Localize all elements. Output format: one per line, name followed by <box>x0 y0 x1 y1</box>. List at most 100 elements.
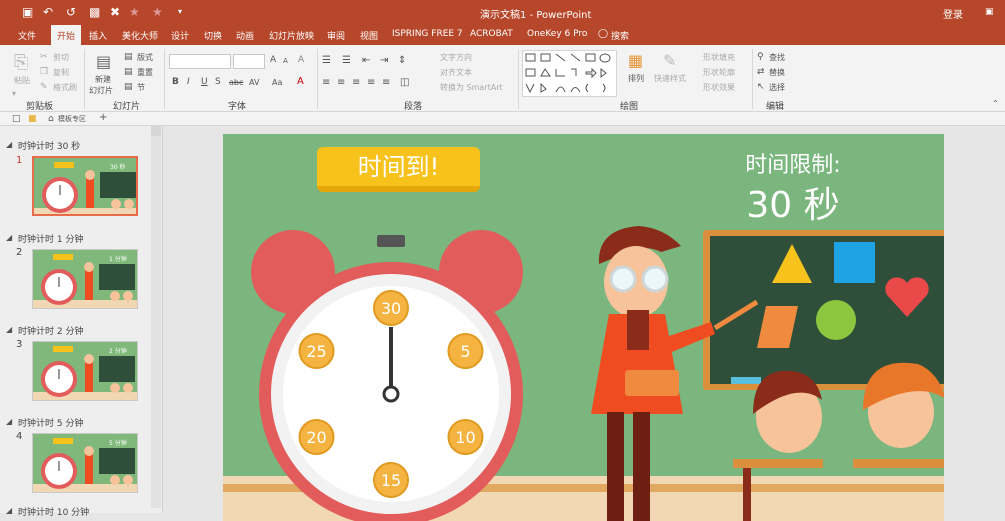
new-slide-icon[interactable]: ▤ <box>96 53 111 71</box>
quick-styles-button[interactable]: 快速样式 <box>654 73 686 84</box>
folder-icon[interactable]: ■ <box>28 113 37 125</box>
section-title[interactable]: 时钟计时 5 分钟 <box>18 416 83 429</box>
login-button[interactable]: 登录 <box>943 6 963 21</box>
distributed-icon[interactable]: ≡ <box>382 77 390 89</box>
tell-me-search[interactable]: 搜索 <box>611 29 629 42</box>
star-icon[interactable]: ★ <box>152 5 163 19</box>
collapse-section-icon[interactable]: ◢ <box>6 325 12 334</box>
ribbon-options-icon[interactable]: ▣ <box>985 5 994 19</box>
tab-transitions[interactable]: 切换 <box>204 29 222 42</box>
arrange-icon[interactable]: ▦ <box>628 52 643 70</box>
tab-design[interactable]: 设计 <box>171 29 189 42</box>
star-icon[interactable]: ★ <box>129 5 140 19</box>
tab-beautify[interactable]: 美化大师 <box>122 29 158 42</box>
align-left-icon[interactable]: ≡ <box>322 77 330 89</box>
replace-button[interactable]: 替换 <box>769 67 785 78</box>
select-button[interactable]: 选择 <box>769 82 785 93</box>
line-spacing-icon[interactable]: ⇕ <box>398 55 406 67</box>
clear-format-icon[interactable]: A <box>298 55 304 65</box>
quick-styles-icon[interactable]: ✎ <box>663 52 676 70</box>
layout-button[interactable]: 版式 <box>137 52 153 63</box>
change-case-button[interactable]: Aa <box>272 78 282 87</box>
columns-icon[interactable]: ◫ <box>400 77 409 89</box>
shapes-gallery[interactable] <box>522 50 617 97</box>
italic-button[interactable]: I <box>187 77 190 87</box>
font-size-select[interactable] <box>233 54 265 69</box>
font-name-select[interactable] <box>169 54 231 69</box>
align-center-icon[interactable]: ≡ <box>337 77 345 89</box>
strikethrough-button[interactable]: abc <box>229 78 243 87</box>
collapse-section-icon[interactable]: ◢ <box>6 417 12 426</box>
scrollbar[interactable] <box>151 128 161 508</box>
tab-animations[interactable]: 动画 <box>236 29 254 42</box>
section-button[interactable]: 节 <box>137 82 145 93</box>
section-title[interactable]: 时钟计时 10 分钟 <box>18 505 89 518</box>
slide-thumbnail[interactable]: 5 分钟 <box>32 433 138 493</box>
save-icon[interactable]: ▣ <box>22 5 33 19</box>
tab-home[interactable]: 开始 <box>51 25 82 45</box>
teacher-leg <box>607 412 624 521</box>
shape-effects-button[interactable]: 形状效果 <box>703 82 735 93</box>
align-text-button[interactable]: 对齐文本 <box>440 67 472 78</box>
desk <box>733 459 823 468</box>
new-slide-button[interactable]: 新建 <box>95 74 111 85</box>
paste-icon[interactable]: ⎘ <box>14 53 28 73</box>
shape-outline-button[interactable]: 形状轮廓 <box>703 67 735 78</box>
slide-thumbnail[interactable]: 1 分钟 <box>32 249 138 309</box>
tab-slideshow[interactable]: 幻灯片放映 <box>269 29 314 42</box>
increase-indent-icon[interactable]: ⇥ <box>380 55 388 67</box>
undo-icon[interactable]: ↶ <box>43 5 53 19</box>
collapse-section-icon[interactable]: ◢ <box>6 140 12 149</box>
bold-button[interactable]: B <box>172 77 179 87</box>
shadow-button[interactable]: S <box>215 77 221 87</box>
customize-quick-access-icon[interactable]: ▾ <box>178 5 182 19</box>
section-title[interactable]: 时钟计时 2 分钟 <box>18 324 83 337</box>
redo-icon[interactable]: ↺ <box>66 5 76 19</box>
align-right-icon[interactable]: ≡ <box>352 77 360 89</box>
slide-canvas[interactable]: 30 5 10 15 20 25 时间到! 时间限制: 30 秒 <box>223 134 944 521</box>
collapse-section-icon[interactable]: ◢ <box>6 506 12 515</box>
collapse-ribbon-icon[interactable]: ⌃ <box>992 99 999 108</box>
format-painter-button[interactable]: 格式刷 <box>53 82 77 93</box>
tab-acrobat[interactable]: ACROBAT <box>470 29 513 39</box>
reset-button[interactable]: 重置 <box>137 67 153 78</box>
new-slide-label[interactable]: 幻灯片 <box>89 85 113 96</box>
grow-font-icon[interactable]: A <box>270 55 276 65</box>
shrink-font-icon[interactable]: A <box>283 57 288 65</box>
tab-file[interactable]: 文件 <box>18 29 36 42</box>
font-color-button[interactable]: A <box>297 76 304 87</box>
section-title[interactable]: 时钟计时 30 秒 <box>18 139 80 152</box>
section-title[interactable]: 时钟计时 1 分钟 <box>18 232 83 245</box>
spacing-button[interactable]: AV <box>249 78 259 87</box>
find-button[interactable]: 查找 <box>769 52 785 63</box>
collapse-section-icon[interactable]: ◢ <box>6 233 12 242</box>
tab-insert[interactable]: 插入 <box>89 29 107 42</box>
tab-onekey[interactable]: OneKey 6 Pro <box>527 29 587 39</box>
tab-view[interactable]: 视图 <box>360 29 378 42</box>
present-icon[interactable]: ▩ <box>89 5 100 19</box>
template-zone-tab[interactable]: 模板专区 <box>58 114 86 124</box>
scroll-up-arrow[interactable] <box>151 126 161 136</box>
new-doc-icon[interactable]: □ <box>12 113 21 125</box>
text-direction-button[interactable]: 文字方向 <box>440 52 472 63</box>
thumb-label: 30 秒 <box>110 164 126 171</box>
numbering-icon[interactable]: ☰ <box>342 55 351 67</box>
slide-thumbnail[interactable]: 30 秒 <box>32 156 138 216</box>
tools-icon[interactable]: ✖ <box>110 5 120 19</box>
copy-button[interactable]: 复制 <box>53 67 69 78</box>
tab-review[interactable]: 审阅 <box>327 29 345 42</box>
justify-icon[interactable]: ≡ <box>367 77 375 89</box>
convert-smartart-button[interactable]: 转换为 SmartArt <box>440 82 503 93</box>
slide-thumbnail[interactable]: 2 分钟 <box>32 341 138 401</box>
arrange-button[interactable]: 排列 <box>628 73 644 84</box>
paste-button[interactable]: 粘贴 <box>14 75 30 86</box>
paste-dropdown-icon[interactable]: ▾ <box>12 89 16 98</box>
bullets-icon[interactable]: ☰ <box>322 55 331 67</box>
teacher-book <box>625 370 679 396</box>
underline-button[interactable]: U <box>201 77 208 87</box>
add-tab-button[interactable]: + <box>99 112 107 123</box>
tab-ispring[interactable]: ISPRING FREE 7 <box>392 29 463 39</box>
shape-fill-button[interactable]: 形状填充 <box>703 52 735 63</box>
cut-button[interactable]: 剪切 <box>53 52 69 63</box>
decrease-indent-icon[interactable]: ⇤ <box>362 55 370 67</box>
